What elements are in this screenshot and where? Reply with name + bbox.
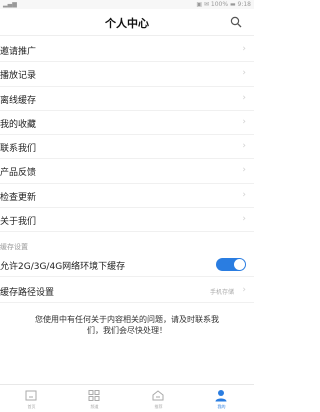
notice-line-1: 您使用中有任何关于内容相关的问题，请及时联系我 [35,315,219,324]
menu-item-label: 产品反馈 [0,168,37,179]
chevron-right-icon: › [242,165,246,176]
menu-item-favorites[interactable]: 我的收藏 › [0,111,254,136]
status-bar: ▂▄▆ ▣ ✉ 100% ▬ 9:18 [0,0,254,9]
menu-item-feedback[interactable]: 产品反馈 › [0,159,254,184]
notice-line-2: 们，我们会尽快处理！ [87,326,167,335]
tab-label: 首页 [27,404,36,409]
menu-item-label: 关于我们 [0,217,37,228]
contact-notice: 您使用中有任何关于内容相关的问题，请及时联系我 们，我们会尽快处理！ [0,314,254,336]
menu-item-about[interactable]: 关于我们 › [0,208,254,233]
toggle-knob [234,259,245,270]
allow-mobile-cache-toggle[interactable] [216,258,246,271]
search-icon[interactable] [230,16,242,28]
allow-mobile-cache-row: 允许2G/3G/4G网络环境下缓存 [0,252,254,277]
cache-path-label: 缓存路径设置 [0,288,55,298]
cache-section-header: 缓存设置 [0,243,28,251]
chevron-right-icon: › [242,214,246,225]
cloud-icon [152,390,164,401]
chevron-right-icon: › [242,141,246,152]
page-title: 个人中心 [105,17,149,30]
menu-item-invite[interactable]: 邀请推广 › [0,38,254,63]
menu-item-label: 播放记录 [0,71,37,82]
chevron-right-icon: › [242,92,246,103]
menu-item-history[interactable]: 播放记录 › [0,62,254,87]
status-info: ▣ ✉ 100% ▬ 9:18 [196,1,251,8]
tab-label: 频道 [90,404,99,409]
tab-label: 我的 [217,404,226,409]
menu-list: 邀请推广 › 播放记录 › 离线缓存 › 我的收藏 › 联系我们 › 产品反馈 … [0,38,254,233]
menu-item-label: 联系我们 [0,144,37,155]
status-signal: ▂▄▆ [3,1,17,8]
title-bar: 个人中心 [0,9,254,36]
menu-item-check-update[interactable]: 检查更新 › [0,184,254,209]
chevron-right-icon: › [242,68,246,79]
cache-path-value: 手机存储 [209,289,234,296]
user-icon [215,390,227,402]
menu-item-label: 我的收藏 [0,119,37,130]
menu-item-label: 检查更新 [0,192,37,203]
chevron-right-icon: › [242,285,246,295]
chevron-right-icon: › [242,44,246,54]
home-icon [25,390,37,401]
tab-home[interactable]: 首页 [0,385,63,412]
allow-mobile-cache-label: 允许2G/3G/4G网络环境下缓存 [0,262,126,272]
tab-channel[interactable]: 频道 [63,385,126,412]
chevron-right-icon: › [242,116,246,127]
tab-mine[interactable]: 我的 [190,385,253,412]
menu-item-contact[interactable]: 联系我们 › [0,135,254,160]
cache-path-row[interactable]: 缓存路径设置 手机存储 › [0,278,254,303]
bottom-tab-bar: 首页 频道 推荐 我的 [0,384,254,412]
tab-label: 推荐 [154,404,163,409]
chevron-right-icon: › [242,189,246,200]
menu-item-label: 离线缓存 [0,95,37,106]
grid-icon [88,390,100,401]
tab-recommend[interactable]: 推荐 [127,385,190,412]
menu-item-offline-cache[interactable]: 离线缓存 › [0,87,254,111]
menu-item-label: 邀请推广 [0,47,37,57]
